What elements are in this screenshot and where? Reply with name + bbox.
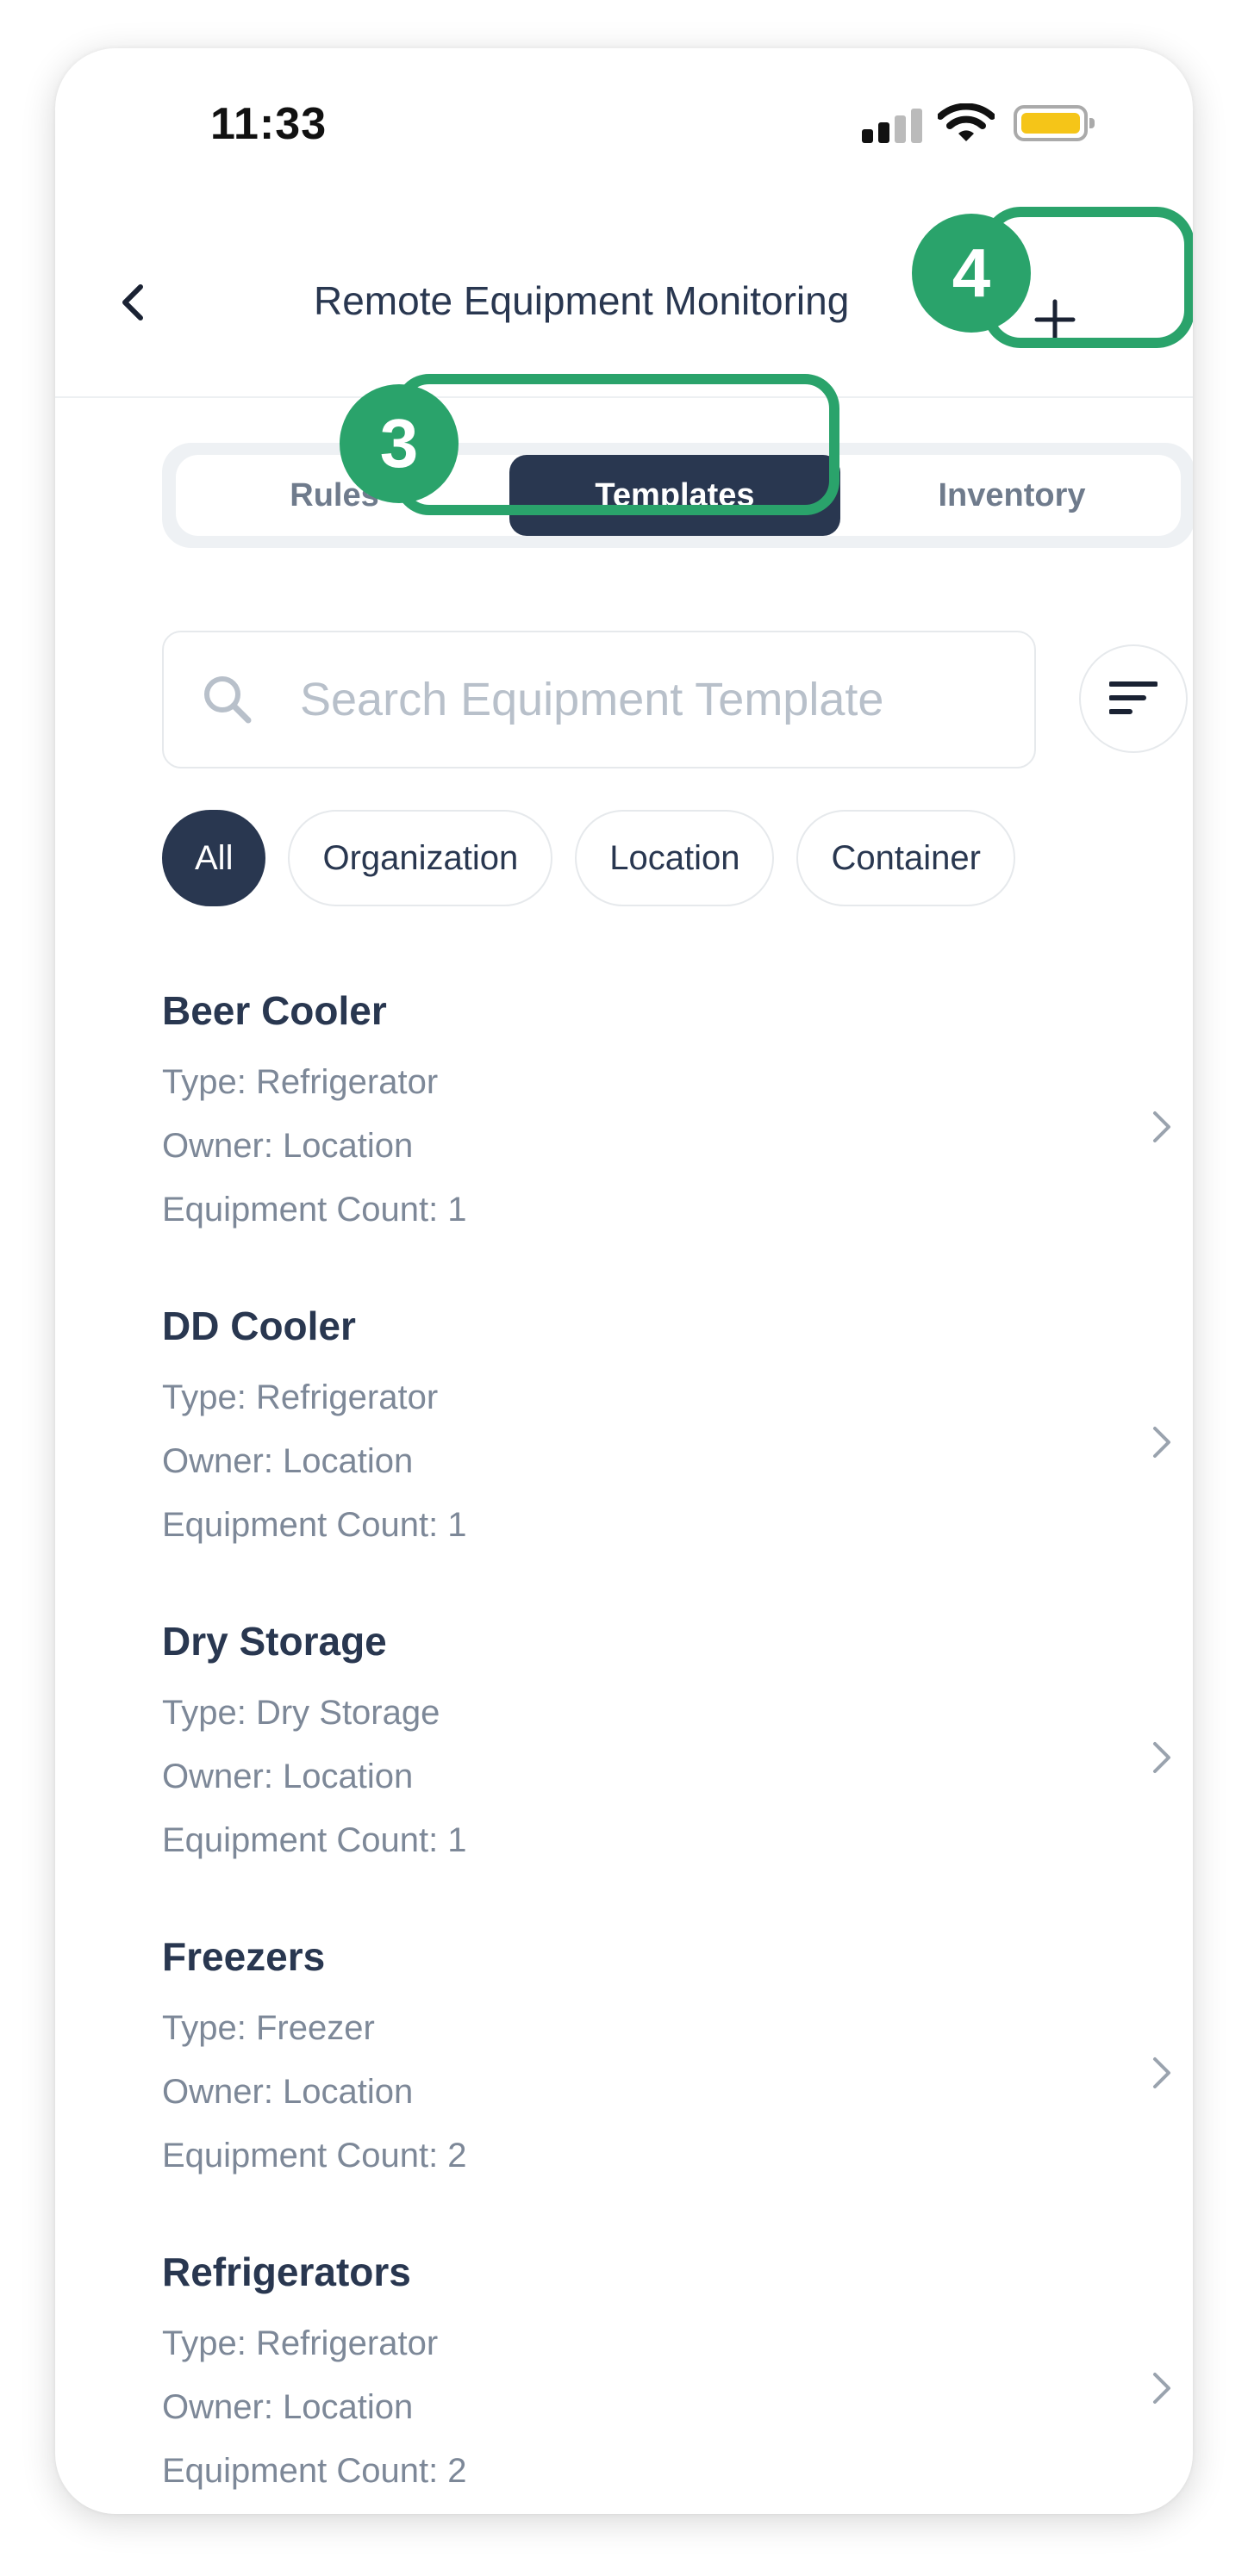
search-input[interactable] (300, 667, 1007, 732)
template-owner: Owner: Location (162, 2073, 414, 2111)
chip-location[interactable]: Location (575, 810, 775, 906)
search-box (162, 631, 1036, 768)
chevron-right-icon (1153, 2373, 1170, 2404)
template-name: Dry Storage (162, 1619, 387, 1664)
template-name: DD Cooler (162, 1304, 356, 1348)
sort-button[interactable] (1079, 644, 1188, 753)
template-count: Equipment Count: 1 (162, 1821, 467, 1859)
cellular-signal-icon (862, 109, 922, 143)
list-item[interactable]: Freezers Type: Freezer Owner: Location E… (162, 1926, 1179, 2242)
chip-container[interactable]: Container (796, 810, 1015, 906)
tab-inventory[interactable]: Inventory (848, 455, 1176, 536)
template-count: Equipment Count: 1 (162, 1191, 467, 1229)
template-owner: Owner: Location (162, 1127, 414, 1165)
template-type: Type: Freezer (162, 2009, 375, 2047)
step-badge-3: 3 (340, 384, 459, 503)
template-list: Beer Cooler Type: Refrigerator Owner: Lo… (162, 980, 1179, 2514)
chevron-right-icon (1153, 1111, 1170, 1142)
step-badge-4: 4 (912, 214, 1031, 333)
chevron-right-icon (1153, 1427, 1170, 1458)
sort-icon (1109, 681, 1158, 714)
chevron-right-icon (1153, 2057, 1170, 2088)
search-icon (204, 676, 252, 724)
template-count: Equipment Count: 2 (162, 2452, 467, 2490)
filter-chips: All Organization Location Container (162, 810, 1015, 910)
template-name: Refrigerators (162, 2249, 411, 2294)
list-item[interactable]: Refrigerators Type: Refrigerator Owner: … (162, 2242, 1179, 2514)
template-type: Type: Dry Storage (162, 1694, 440, 1732)
battery-icon (1014, 105, 1095, 141)
page-title: Remote Equipment Monitoring (314, 278, 850, 323)
chevron-right-icon (1153, 1742, 1170, 1773)
template-owner: Owner: Location (162, 2388, 414, 2426)
template-name: Freezers (162, 1934, 326, 1979)
template-count: Equipment Count: 2 (162, 2137, 467, 2175)
chip-all[interactable]: All (162, 810, 266, 906)
list-item[interactable]: Dry Storage Type: Dry Storage Owner: Loc… (162, 1611, 1179, 1926)
phone-frame: 11:33 Remote Equipment Monitoring Rules … (55, 48, 1193, 2514)
list-item[interactable]: DD Cooler Type: Refrigerator Owner: Loca… (162, 1296, 1179, 1611)
back-button[interactable] (107, 272, 159, 333)
tabs-highlight-frame (395, 374, 839, 515)
list-item[interactable]: Beer Cooler Type: Refrigerator Owner: Lo… (162, 980, 1179, 1296)
template-name: Beer Cooler (162, 988, 387, 1033)
template-type: Type: Refrigerator (162, 1063, 439, 1101)
wifi-icon (937, 103, 995, 143)
status-time: 11:33 (210, 99, 328, 149)
template-type: Type: Refrigerator (162, 1378, 439, 1416)
chevron-left-icon (122, 284, 143, 320)
template-type: Type: Refrigerator (162, 2324, 439, 2362)
chip-organization[interactable]: Organization (288, 810, 553, 906)
template-owner: Owner: Location (162, 1758, 414, 1795)
template-owner: Owner: Location (162, 1442, 414, 1480)
template-count: Equipment Count: 1 (162, 1506, 467, 1544)
